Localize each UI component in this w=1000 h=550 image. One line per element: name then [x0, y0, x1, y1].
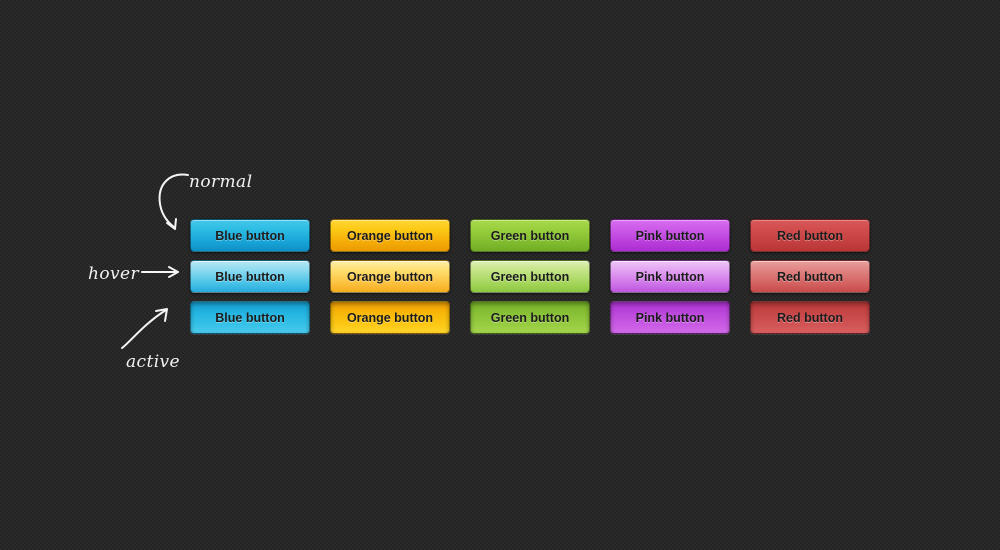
button-orange-hover[interactable]: Orange button	[330, 260, 450, 293]
showcase-canvas: normal hover active Blue button Orange b…	[0, 0, 1000, 550]
button-green-active[interactable]: Green button	[470, 301, 590, 334]
button-row-normal: Blue button Orange button Green button P…	[190, 219, 870, 252]
button-orange-active[interactable]: Orange button	[330, 301, 450, 334]
button-blue-normal[interactable]: Blue button	[190, 219, 310, 252]
button-green-hover[interactable]: Green button	[470, 260, 590, 293]
curved-up-right-arrow-icon	[121, 308, 168, 349]
button-green-normal[interactable]: Green button	[470, 219, 590, 252]
button-row-active: Blue button Orange button Green button P…	[190, 301, 870, 334]
button-red-active[interactable]: Red button	[750, 301, 870, 334]
button-red-hover[interactable]: Red button	[750, 260, 870, 293]
button-row-hover: Blue button Orange button Green button P…	[190, 260, 870, 293]
annotation-label-active: active	[126, 352, 180, 372]
button-pink-hover[interactable]: Pink button	[610, 260, 730, 293]
button-pink-active[interactable]: Pink button	[610, 301, 730, 334]
button-red-normal[interactable]: Red button	[750, 219, 870, 252]
button-orange-normal[interactable]: Orange button	[330, 219, 450, 252]
button-grid: Blue button Orange button Green button P…	[190, 219, 870, 342]
straight-right-arrow-icon	[141, 266, 179, 278]
annotation-label-normal: normal	[189, 172, 253, 192]
curved-down-right-arrow-icon	[158, 173, 189, 230]
button-pink-normal[interactable]: Pink button	[610, 219, 730, 252]
annotation-label-hover: hover	[88, 264, 139, 284]
button-blue-hover[interactable]: Blue button	[190, 260, 310, 293]
button-blue-active[interactable]: Blue button	[190, 301, 310, 334]
